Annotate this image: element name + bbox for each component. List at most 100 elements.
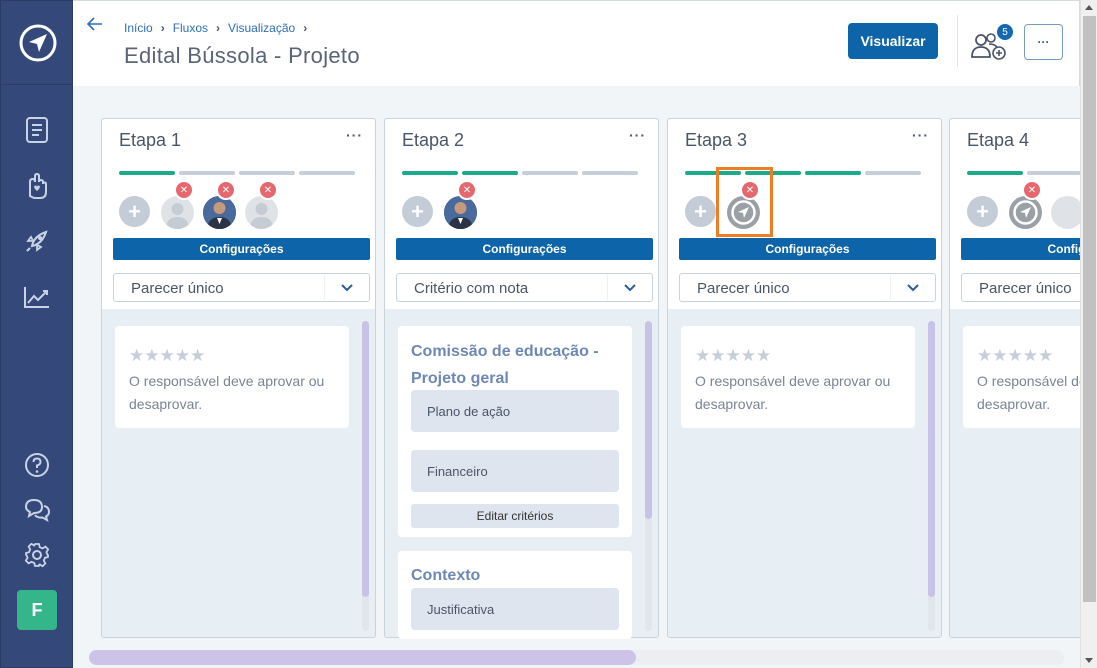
card-description: O responsável deve aprovar ou desaprovar… (977, 373, 1080, 412)
remove-responsible-button[interactable]: ✕ (457, 180, 477, 200)
app-logo[interactable] (1, 1, 74, 85)
page-vertical-scrollbar[interactable] (1080, 0, 1097, 668)
stage-title: Etapa 2 (402, 130, 465, 150)
visualizar-button[interactable]: Visualizar (848, 23, 938, 59)
avatar (1051, 196, 1080, 229)
stage-menu-button[interactable]: ··· (912, 127, 929, 143)
more-options-button[interactable]: ··· (1024, 24, 1063, 60)
stage-header: Etapa 2 ··· + ✕ Configurações Critério c… (385, 119, 658, 309)
responsible-avatars: + ✕ (967, 180, 1080, 230)
breadcrumb-flows[interactable]: Fluxos (173, 21, 208, 35)
compass-logo-icon (19, 24, 56, 61)
edit-criteria-button[interactable]: Editar critérios (411, 504, 619, 528)
stage-column: Etapa 3 ··· + ✕ Configurações Parecer ún… (667, 118, 942, 638)
settings-button[interactable]: Configurações (396, 238, 653, 260)
stage-header: Etapa 3 ··· + ✕ Configurações Parecer ún… (668, 119, 941, 309)
settings-button[interactable]: Configurações (113, 238, 370, 260)
rating-stars: ★★★★★ (129, 346, 206, 365)
avatar (245, 196, 278, 229)
documents-icon[interactable] (19, 112, 55, 148)
divider (957, 15, 958, 67)
breadcrumb-home[interactable]: Início (124, 21, 153, 35)
chevron-down-icon[interactable] (607, 275, 651, 300)
rocket-icon[interactable] (19, 223, 55, 259)
page-header: Início › Fluxos › Visualização › Edital … (73, 0, 1080, 86)
select-value: Parecer único (979, 280, 1072, 297)
chevron-right-icon: › (160, 21, 165, 35)
add-responsible-button[interactable]: + (967, 196, 998, 227)
stage-progress (402, 171, 638, 175)
stage-progress (967, 171, 1080, 175)
gear-icon[interactable] (19, 537, 55, 573)
select-value: Parecer único (697, 280, 790, 297)
rating-stars: ★★★★★ (977, 346, 1054, 365)
scroll-down-icon[interactable] (1085, 658, 1093, 663)
remove-responsible-button[interactable]: ✕ (1022, 180, 1042, 200)
card-description: O responsável deve aprovar ou desaprovar… (129, 373, 325, 412)
evaluation-type-select[interactable]: Parecer único (679, 273, 936, 302)
highlight-box (716, 167, 773, 237)
criteria-group-title: Comissão de educação - Projeto geral (411, 343, 599, 387)
hand-heart-icon[interactable] (19, 168, 55, 204)
criterion-item[interactable]: Financeiro (411, 450, 619, 492)
select-value: Critério com nota (414, 280, 529, 297)
stage-title: Etapa 1 (119, 130, 182, 150)
remove-responsible-button[interactable]: ✕ (258, 180, 278, 200)
back-arrow-icon[interactable] (86, 15, 103, 36)
stage-column: Etapa 4 + ✕ Configurações Parecer único … (949, 118, 1080, 638)
rating-stars: ★★★★★ (695, 346, 772, 365)
evaluation-type-select[interactable]: Parecer único (113, 273, 370, 302)
stages-board: Etapa 1 ··· + ✕ ✕ ✕ Configurações Parece… (73, 86, 1080, 650)
approval-card: ★★★★★ O responsável deve aprovar ou desa… (963, 326, 1080, 428)
stage-header: Etapa 1 ··· + ✕ ✕ ✕ Configurações Parece… (102, 119, 375, 309)
avatar (1009, 196, 1042, 229)
stage-menu-button[interactable]: ··· (346, 127, 363, 143)
criteria-group-card: Contexto Justificativa (398, 551, 632, 639)
chevron-right-icon: › (303, 21, 308, 35)
scroll-up-icon[interactable] (1085, 5, 1093, 10)
avatar (161, 196, 194, 229)
add-responsible-button[interactable]: + (685, 196, 716, 227)
responsible-avatars: + ✕ ✕ ✕ (119, 180, 359, 230)
scrollbar-thumb[interactable] (89, 650, 636, 665)
stage-menu-button[interactable]: ··· (629, 127, 646, 143)
help-icon[interactable] (19, 447, 55, 483)
approval-card: ★★★★★ O responsável deve aprovar ou desa… (115, 326, 349, 428)
column-scrollbar[interactable] (928, 321, 935, 631)
settings-button[interactable]: Configurações (961, 238, 1080, 260)
breadcrumb-view[interactable]: Visualização (228, 21, 295, 35)
add-responsible-button[interactable]: + (119, 196, 150, 227)
breadcrumb: Início › Fluxos › Visualização › (124, 21, 307, 35)
avatar (203, 196, 236, 229)
stage-column: Etapa 2 ··· + ✕ Configurações Critério c… (384, 118, 659, 639)
column-scrollbar[interactable] (645, 321, 652, 631)
chevron-right-icon: › (216, 21, 221, 35)
participants-count-badge: 5 (995, 22, 1015, 42)
evaluation-type-select[interactable]: Critério com nota (396, 273, 653, 302)
remove-responsible-button[interactable]: ✕ (216, 180, 236, 200)
add-responsible-button[interactable]: + (402, 196, 433, 227)
stage-title: Etapa 4 (967, 130, 1030, 150)
scrollbar-thumb[interactable] (1083, 16, 1096, 602)
stage-column: Etapa 1 ··· + ✕ ✕ ✕ Configurações Parece… (101, 118, 376, 638)
card-description: O responsável deve aprovar ou desaprovar… (695, 373, 891, 412)
board-horizontal-scrollbar[interactable] (89, 650, 1064, 665)
column-scrollbar[interactable] (362, 321, 369, 631)
chevron-down-icon[interactable] (890, 275, 934, 300)
stage-header: Etapa 4 + ✕ Configurações Parecer único (950, 119, 1080, 309)
stage-title: Etapa 3 (685, 130, 748, 150)
user-avatar[interactable]: F (17, 590, 57, 630)
criterion-item[interactable]: Justificativa (411, 588, 619, 630)
compass-logo-icon (1013, 200, 1038, 225)
evaluation-type-select[interactable]: Parecer único (961, 273, 1080, 302)
criterion-item[interactable]: Plano de ação (411, 390, 619, 432)
page-title: Edital Bússola - Projeto (124, 43, 360, 68)
remove-responsible-button[interactable]: ✕ (174, 180, 194, 200)
sidebar: F (0, 0, 74, 668)
avatar (444, 196, 477, 229)
chart-icon[interactable] (19, 279, 55, 315)
approval-card: ★★★★★ O responsável deve aprovar ou desa… (681, 326, 915, 428)
chat-icon[interactable] (19, 492, 55, 528)
settings-button[interactable]: Configurações (679, 238, 936, 260)
chevron-down-icon[interactable] (324, 275, 368, 300)
